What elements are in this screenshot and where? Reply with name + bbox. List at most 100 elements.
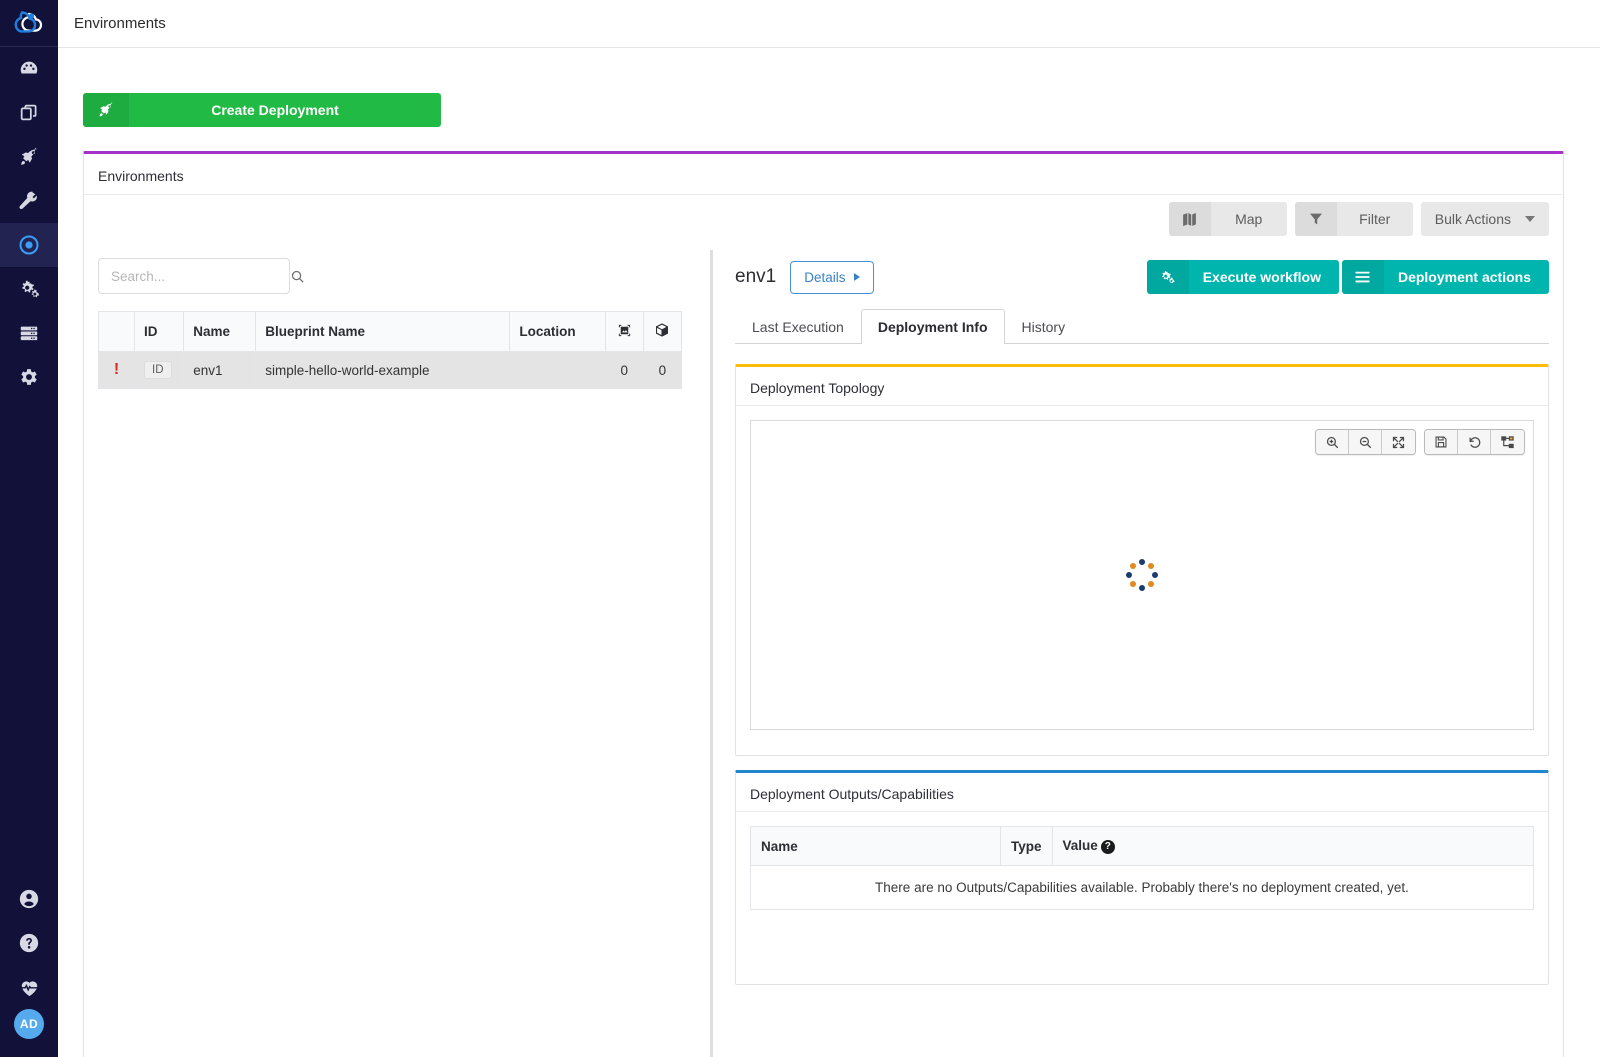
outputs-table-body: There are no Outputs/Capabilities availa… — [750, 865, 1534, 910]
search-icon[interactable] — [290, 269, 305, 284]
chevron-right-icon — [854, 273, 861, 281]
bulk-actions-button[interactable]: Bulk Actions — [1420, 202, 1549, 236]
deployment-topology-card: Deployment Topology — [735, 364, 1549, 756]
spinner-dot — [1126, 572, 1132, 578]
sidebar-item-services[interactable] — [0, 179, 58, 223]
cell-blueprint-name: simple-hello-world-example — [255, 351, 511, 389]
sidebar-item-system-resources[interactable] — [0, 267, 58, 311]
status-badge: ! — [113, 361, 120, 378]
create-deployment-button[interactable]: Create Deployment — [83, 93, 441, 127]
rocket-icon — [83, 93, 129, 127]
th-location[interactable]: Location — [509, 311, 606, 352]
bulk-actions-label: Bulk Actions — [1434, 211, 1511, 227]
question-circle-icon — [19, 933, 39, 953]
funnel-icon — [1294, 202, 1337, 236]
sidebar-item-blueprints[interactable] — [0, 91, 58, 135]
deployment-action-buttons: Execute workflow Deployment actions — [1146, 260, 1549, 294]
filter-label: Filter — [1336, 202, 1413, 236]
sidebar-item-health[interactable] — [0, 965, 58, 1009]
map-glyph — [1183, 212, 1197, 226]
deployment-actions-button[interactable]: Deployment actions — [1341, 260, 1549, 294]
copy-files-icon — [20, 104, 37, 121]
tab-last-execution[interactable]: Last Execution — [735, 309, 861, 344]
th-output-name: Name — [750, 826, 1001, 866]
deployment-detail-pane: env1 Details Execute workflow Deployment… — [721, 250, 1563, 1057]
undo-icon[interactable] — [1458, 430, 1491, 454]
th-name[interactable]: Name — [183, 311, 257, 352]
th-blueprints-count[interactable] — [604, 311, 644, 352]
cube-icon — [656, 323, 669, 337]
sidebar-item-help[interactable] — [0, 921, 58, 965]
th-status[interactable] — [98, 311, 135, 352]
table-body: ! ID env1 simple-hello-world-example 0 0 — [98, 351, 683, 389]
th-id[interactable]: ID — [133, 311, 185, 352]
target-icon — [19, 235, 39, 255]
sidebar-item-environments[interactable] — [0, 223, 58, 267]
top-bar: Environments — [58, 0, 1600, 47]
cell-location — [509, 351, 606, 389]
sidebar-item-infrastructure[interactable] — [0, 311, 58, 355]
cell-nodes-count: 0 — [642, 351, 683, 389]
zoom-in-icon[interactable] — [1316, 430, 1349, 454]
th-blueprint-name[interactable]: Blueprint Name — [255, 311, 511, 352]
hierarchy-icon[interactable] — [1491, 430, 1524, 454]
deployment-header: env1 Details Execute workflow Deployment… — [721, 250, 1549, 304]
spinner-dot — [1139, 559, 1145, 565]
cogs-glyph — [1162, 270, 1175, 283]
save-icon[interactable] — [1425, 430, 1458, 454]
environments-widget: Environments Map Filter Bulk Actions Sea… — [83, 151, 1564, 1057]
sidebar-item-dashboard[interactable] — [0, 47, 58, 91]
loading-spinner — [1125, 558, 1159, 592]
sidebar-item-settings[interactable] — [0, 355, 58, 399]
execute-workflow-label: Execute workflow — [1202, 269, 1321, 285]
details-label: Details — [804, 269, 846, 285]
hierarchy-glyph — [1501, 435, 1514, 448]
topology-zoom-group — [1315, 429, 1416, 455]
th-nodes-count[interactable] — [642, 311, 683, 352]
tab-deployment-info[interactable]: Deployment Info — [860, 309, 1005, 344]
spinner-dot — [1129, 581, 1136, 588]
hamburger-icon — [1341, 260, 1384, 294]
table-row[interactable]: ! ID env1 simple-hello-world-example 0 0 — [98, 351, 683, 389]
spinner-dot — [1148, 562, 1155, 569]
zoom-out-glyph — [1359, 436, 1371, 448]
zoom-in-glyph — [1326, 436, 1338, 448]
spinner-dot — [1129, 562, 1136, 569]
topology-canvas[interactable] — [750, 420, 1534, 730]
search-glyph — [291, 270, 304, 283]
details-button[interactable]: Details — [790, 260, 875, 294]
undo-glyph — [1469, 436, 1480, 448]
wrench-icon — [19, 191, 37, 210]
search-input[interactable] — [109, 267, 290, 285]
question-circle-icon[interactable]: ? — [1100, 840, 1115, 854]
breadcrumb[interactable]: Environments — [74, 15, 166, 32]
rocket-glyph — [99, 102, 113, 117]
th-output-value-label: Value — [1062, 838, 1098, 853]
cell-blueprints-count: 0 — [604, 351, 644, 389]
main-content: Create Deployment Environments Map Filte… — [58, 47, 1600, 1057]
map-button[interactable]: Map — [1168, 202, 1287, 236]
outputs-table: Name Type Value? There are no Outputs/Ca… — [750, 826, 1535, 910]
deployment-outputs-card: Deployment Outputs/Capabilities Name Typ… — [735, 770, 1549, 985]
id-pill[interactable]: ID — [144, 361, 172, 379]
topology-title: Deployment Topology — [736, 367, 1548, 406]
expand-icon[interactable] — [1382, 430, 1415, 454]
table-head: ID Name Blueprint Name Location — [98, 311, 683, 352]
filter-button[interactable]: Filter — [1294, 202, 1413, 236]
zoom-out-icon[interactable] — [1349, 430, 1382, 454]
sidebar-item-user[interactable] — [0, 877, 58, 921]
cell-id: ID — [133, 351, 185, 389]
topology-toolbar — [1315, 429, 1525, 455]
spinner-dot — [1139, 585, 1145, 591]
spinner-dot — [1152, 572, 1158, 578]
funnel-glyph — [1309, 213, 1322, 225]
heartbeat-icon — [19, 980, 38, 996]
th-output-value: Value? — [1051, 826, 1535, 866]
sidebar-item-deployments[interactable] — [0, 135, 58, 179]
execute-workflow-button[interactable]: Execute workflow — [1146, 260, 1339, 294]
app-logo[interactable] — [0, 0, 64, 47]
avatar[interactable]: AD — [14, 1009, 44, 1039]
search-box[interactable] — [98, 258, 304, 294]
outputs-title: Deployment Outputs/Capabilities — [736, 773, 1548, 812]
tab-history[interactable]: History — [1005, 309, 1083, 344]
